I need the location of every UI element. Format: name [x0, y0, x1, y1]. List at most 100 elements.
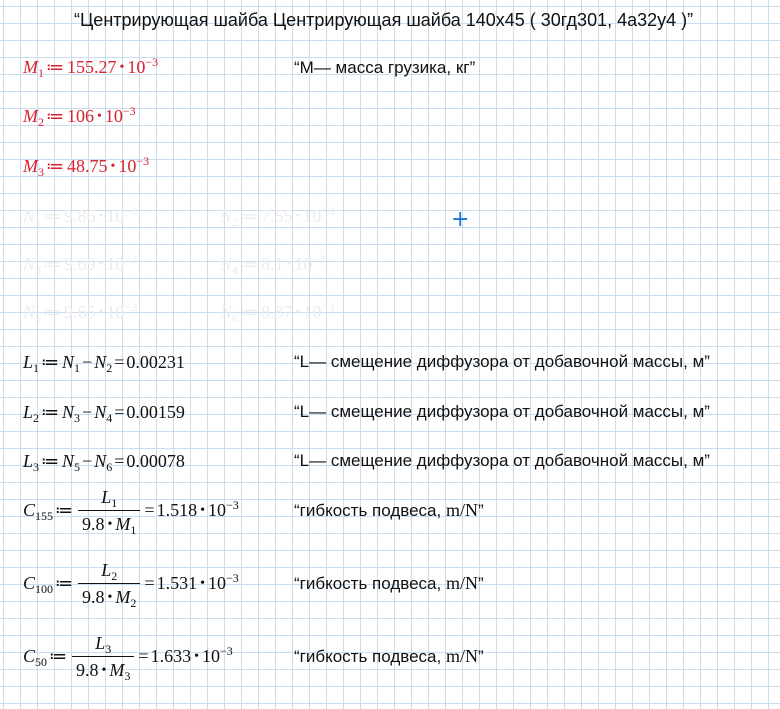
l-comment-text: “L— смещение диффузора от добавочной мас…	[294, 402, 710, 421]
mass-value: 48.75	[67, 156, 108, 176]
power-base: 10	[294, 254, 313, 274]
result-value: 0.00159	[126, 402, 185, 422]
variable-name: L	[23, 451, 34, 471]
power-base: 10	[207, 500, 226, 521]
operand-b-subscript: 2	[106, 361, 113, 375]
l-comment-2[interactable]: “L— смещение диффузора от добавочной мас…	[294, 401, 710, 423]
c-comment-units: m/N	[445, 500, 478, 520]
variable-name: M	[23, 156, 38, 176]
variable-name: N	[220, 254, 233, 274]
denominator-symbol: M	[115, 514, 131, 534]
l-comment-text: “L— смещение диффузора от добавочной мас…	[294, 352, 710, 371]
fraction: L3 9.8 • M3	[72, 632, 135, 684]
l-definition-l3[interactable]: L3 ≔ N5− N6 = 0.00078	[23, 450, 185, 474]
define-operator: ≔	[41, 402, 60, 422]
denominator-subscript: 3	[124, 669, 131, 683]
c-comment-2[interactable]: “гибкость подвеса, m/N”	[294, 572, 484, 595]
fraction-numerator: L2	[97, 559, 121, 583]
multiply-operator: •	[107, 517, 113, 532]
variable-subscript: 3	[38, 165, 44, 179]
variable-subscript: 3	[35, 263, 42, 277]
multiply-operator: •	[200, 576, 205, 592]
c-comment-suffix: ”	[477, 647, 484, 666]
c-comment-units: m/N	[445, 573, 478, 593]
minus-operator: −	[82, 451, 93, 471]
result-value: 0.00231	[126, 352, 185, 372]
c-definition-c50[interactable]: C50 ≔ L3 9.8 • M3 = 1.633 • 10−3	[23, 632, 233, 684]
multiply-operator: •	[194, 649, 199, 665]
variable-name: C	[23, 573, 36, 594]
variable-subscript: 3	[33, 460, 40, 474]
fraction-denominator: 9.8 • M2	[78, 583, 141, 611]
variable-subscript: 2	[232, 215, 239, 229]
multiply-operator: •	[295, 209, 301, 224]
l-definition-l2[interactable]: L2 ≔ N3− N4 = 0.00159	[23, 401, 185, 424]
define-operator: ≔	[41, 451, 60, 471]
worksheet-title[interactable]: “Центрирующая шайба Центрирующая шайба 1…	[74, 9, 693, 31]
variable-name: C	[23, 646, 36, 667]
numerator-subscript: 3	[105, 642, 112, 656]
fraction: L2 9.8 • M2	[78, 559, 141, 611]
l-definition-l1[interactable]: L1 ≔ N1− N2 = 0.00231	[23, 351, 185, 375]
fraction-numerator: L1	[97, 486, 121, 510]
n-definition-n3[interactable]: N3 ≔ 9.69 • 10−3	[23, 253, 137, 278]
insertion-cursor-icon[interactable]: +	[451, 209, 469, 231]
power-base: 10	[104, 106, 123, 126]
power-base: 10	[127, 57, 146, 77]
fraction-numerator: L3	[91, 632, 115, 656]
variable-name: L	[23, 402, 34, 422]
variable-subscript: 50	[35, 655, 48, 670]
operand-b: N	[94, 402, 107, 422]
mass-definition-m2[interactable]: M2 ≔ 106 • 10−3	[23, 105, 136, 130]
c-comment-suffix: ”	[477, 574, 484, 593]
equals-operator: =	[138, 646, 149, 667]
l-comment-3[interactable]: “L— смещение диффузора от добавочной мас…	[294, 450, 710, 472]
c-definition-c155[interactable]: C155 ≔ L1 9.8 • M1 = 1.518 • 10−3	[23, 486, 239, 538]
numerator-subscript: 1	[111, 496, 118, 510]
power-exponent: −3	[312, 252, 326, 266]
power-exponent: −3	[124, 204, 138, 218]
denominator-symbol: M	[115, 587, 131, 607]
power-exponent: −3	[122, 104, 136, 118]
mass-comment-text: “M— масса грузика, кг”	[294, 58, 476, 77]
variable-subscript: 4	[232, 263, 239, 277]
fraction-denominator: 9.8 • M3	[72, 656, 135, 684]
numerator-subscript: 2	[111, 569, 118, 583]
variable-subscript: 5	[35, 311, 42, 325]
mass-comment[interactable]: “M— масса грузика, кг”	[294, 57, 475, 79]
denominator-subscript: 2	[130, 596, 137, 610]
denominator-symbol: M	[109, 660, 125, 680]
mass-definition-m3[interactable]: M3 ≔ 48.75 • 10−3	[23, 155, 149, 180]
numerator-symbol: L	[101, 560, 112, 580]
n-definition-n6[interactable]: N6 ≔ 8.87 • 10−3	[220, 301, 334, 326]
operand-b: N	[94, 352, 107, 372]
n-definition-n2[interactable]: N2 ≔ 7.55 • 10−3	[220, 205, 334, 230]
n-value: 9.65	[64, 302, 96, 322]
result-value: 0.00078	[126, 451, 185, 471]
n-value: 8.1	[261, 254, 284, 274]
l-comment-text: “L— смещение диффузора от добавочной мас…	[294, 451, 710, 470]
n-definition-n1[interactable]: N1 ≔ 9.86 • 10−3	[23, 205, 137, 230]
variable-name: C	[23, 500, 36, 521]
c-comment-3[interactable]: “гибкость подвеса, m/N”	[294, 645, 484, 668]
define-operator: ≔	[43, 206, 62, 226]
power-base: 10	[207, 573, 226, 594]
minus-operator: −	[82, 352, 93, 372]
multiply-operator: •	[98, 257, 104, 272]
operand-a: N	[62, 352, 75, 372]
n-definition-n4[interactable]: N4 ≔ 8.1 • 10−3	[220, 253, 325, 278]
c-comment-1[interactable]: “гибкость подвеса, m/N”	[294, 499, 484, 522]
c-definition-c100[interactable]: C100 ≔ L2 9.8 • M2 = 1.531 • 10−3	[23, 559, 239, 611]
mass-definition-m1[interactable]: M1 ≔ 155.27 • 10−3	[23, 56, 158, 81]
l-comment-1[interactable]: “L— смещение диффузора от добавочной мас…	[294, 351, 710, 373]
c-comment-prefix: “гибкость подвеса,	[294, 647, 446, 666]
power-exponent: −3	[321, 204, 335, 218]
worksheet[interactable]: “Центрирующая шайба Центрирующая шайба 1…	[0, 0, 780, 709]
result-value: 1.518	[156, 500, 198, 521]
n-definition-n5[interactable]: N5 ≔ 9.65 • 10−3	[23, 301, 137, 326]
multiply-operator: •	[286, 257, 292, 272]
variable-subscript: 100	[35, 582, 54, 597]
power-exponent: −3	[136, 154, 150, 168]
power-exponent: −3	[124, 252, 138, 266]
fraction: L1 9.8 • M1	[78, 486, 141, 538]
